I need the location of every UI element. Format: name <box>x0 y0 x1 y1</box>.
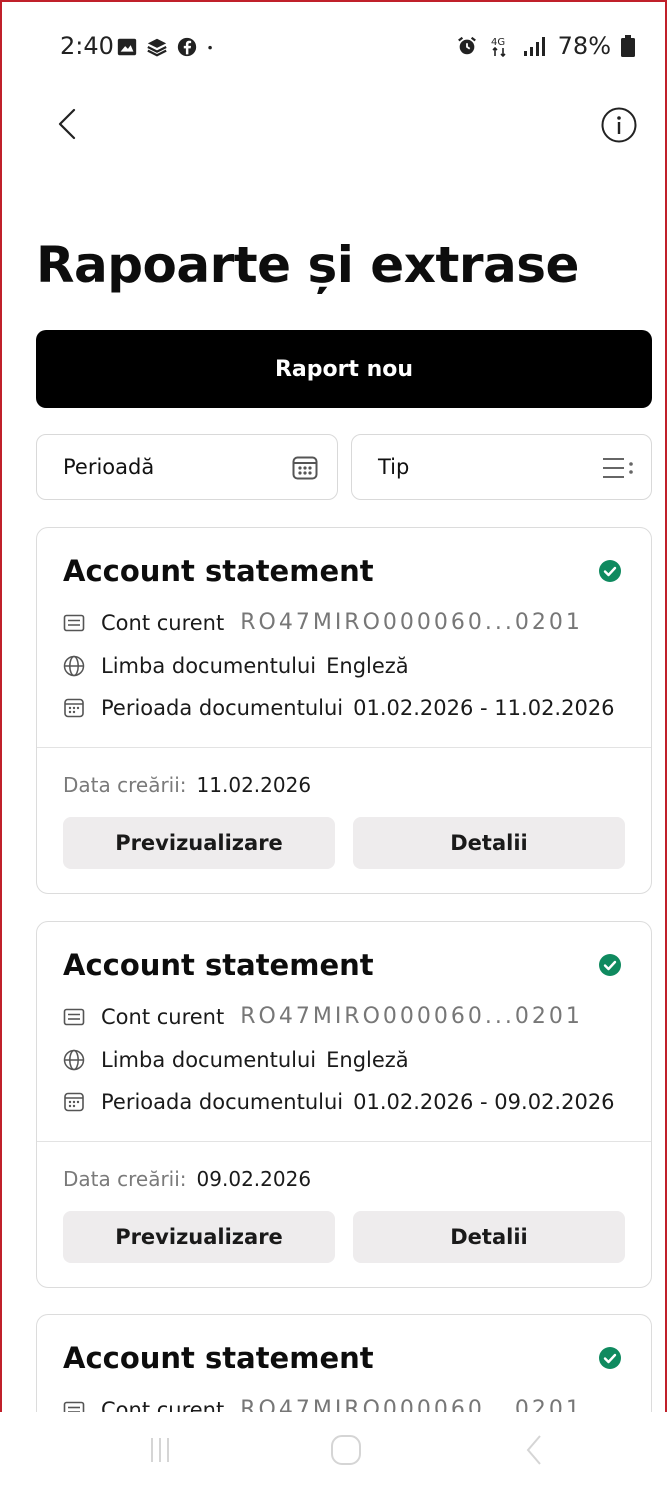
system-nav-bar <box>0 1412 667 1486</box>
created-value: 09.02.2026 <box>196 1167 312 1191</box>
calendar-icon <box>64 1092 84 1112</box>
created-label: Data creării: <box>63 773 187 797</box>
details-button[interactable]: Detalii <box>353 817 625 869</box>
check-circle-icon <box>599 1347 621 1369</box>
account-label: Cont curent <box>101 610 225 635</box>
language-value: Engleză <box>326 1048 409 1072</box>
globe-icon <box>63 1049 85 1071</box>
status-right: 4G 78% <box>456 32 635 60</box>
report-card[interactable]: Account statement Cont curent RO47MIRO00… <box>36 527 652 894</box>
period-value: 01.02.2026 - 09.02.2026 <box>353 1090 615 1114</box>
report-card[interactable]: Account statement Cont curent RO47MIRO00… <box>36 921 652 1288</box>
calendar-icon <box>64 698 84 718</box>
period-row: Perioada documentului 01.02.2026 - 11.02… <box>63 696 615 720</box>
new-report-button[interactable]: Raport nou <box>36 330 652 408</box>
language-label: Limba documentului <box>101 1048 317 1072</box>
calendar-icon <box>292 456 318 480</box>
details-button[interactable]: Detalii <box>353 1211 625 1263</box>
facebook-icon <box>177 37 197 57</box>
card-divider <box>37 1141 651 1142</box>
created-value: 11.02.2026 <box>196 773 312 797</box>
preview-button[interactable]: Previzualizare <box>63 817 335 869</box>
card-title: Account statement <box>63 948 374 982</box>
card-title: Account statement <box>63 554 374 588</box>
filter-list-icon <box>603 458 633 478</box>
account-row: Cont curent RO47MIRO000060...0201 <box>63 610 583 635</box>
gallery-icon <box>117 38 137 56</box>
period-row: Perioada documentului 01.02.2026 - 09.02… <box>63 1090 615 1114</box>
document-icon <box>63 614 85 631</box>
signal-icon <box>523 37 545 56</box>
account-number: RO47MIRO000060...0201 <box>240 1004 583 1029</box>
period-value: 01.02.2026 - 11.02.2026 <box>353 696 615 720</box>
back-nav-icon[interactable] <box>514 1430 554 1470</box>
created-label: Data creării: <box>63 1167 187 1191</box>
alarm-icon <box>457 36 476 55</box>
layers-icon <box>147 38 167 57</box>
account-row: Cont curent RO47MIRO000060...0201 <box>63 1004 583 1029</box>
document-icon <box>63 1008 85 1025</box>
account-label: Cont curent <box>101 1004 225 1029</box>
battery-icon <box>621 35 635 57</box>
svg-text:4G: 4G <box>491 37 505 48</box>
account-number: RO47MIRO000060...0201 <box>240 610 583 635</box>
notification-icons <box>116 32 220 62</box>
created-date: Data creării: 09.02.2026 <box>63 1167 311 1191</box>
globe-icon <box>63 655 85 677</box>
type-filter-label: Tip <box>378 455 410 479</box>
created-date: Data creării: 11.02.2026 <box>63 773 311 797</box>
language-row: Limba documentului Engleză <box>63 1048 409 1072</box>
status-time: 2:40 <box>60 32 114 60</box>
language-value: Engleză <box>326 654 409 678</box>
recent-apps-icon[interactable] <box>140 1430 180 1470</box>
language-label: Limba documentului <box>101 654 317 678</box>
period-filter-label: Perioadă <box>63 455 155 479</box>
type-filter[interactable]: Tip <box>351 434 652 500</box>
preview-button[interactable]: Previzualizare <box>63 1211 335 1263</box>
card-title: Account statement <box>63 1341 374 1375</box>
check-circle-icon <box>599 954 621 976</box>
4g-icon: 4G <box>491 37 506 58</box>
period-label: Perioada documentului <box>101 1090 344 1114</box>
back-button[interactable] <box>50 104 90 144</box>
battery-percent: 78% <box>557 32 611 60</box>
check-circle-icon <box>599 560 621 582</box>
period-label: Perioada documentului <box>101 696 344 720</box>
period-filter[interactable]: Perioadă <box>36 434 338 500</box>
dot-icon <box>208 45 212 50</box>
page-title: Rapoarte și extrase <box>36 236 579 294</box>
status-bar: 2:40 4G 78% <box>0 0 667 96</box>
info-button[interactable] <box>600 106 638 144</box>
language-row: Limba documentului Engleză <box>63 654 409 678</box>
card-divider <box>37 747 651 748</box>
home-icon[interactable] <box>326 1430 366 1470</box>
